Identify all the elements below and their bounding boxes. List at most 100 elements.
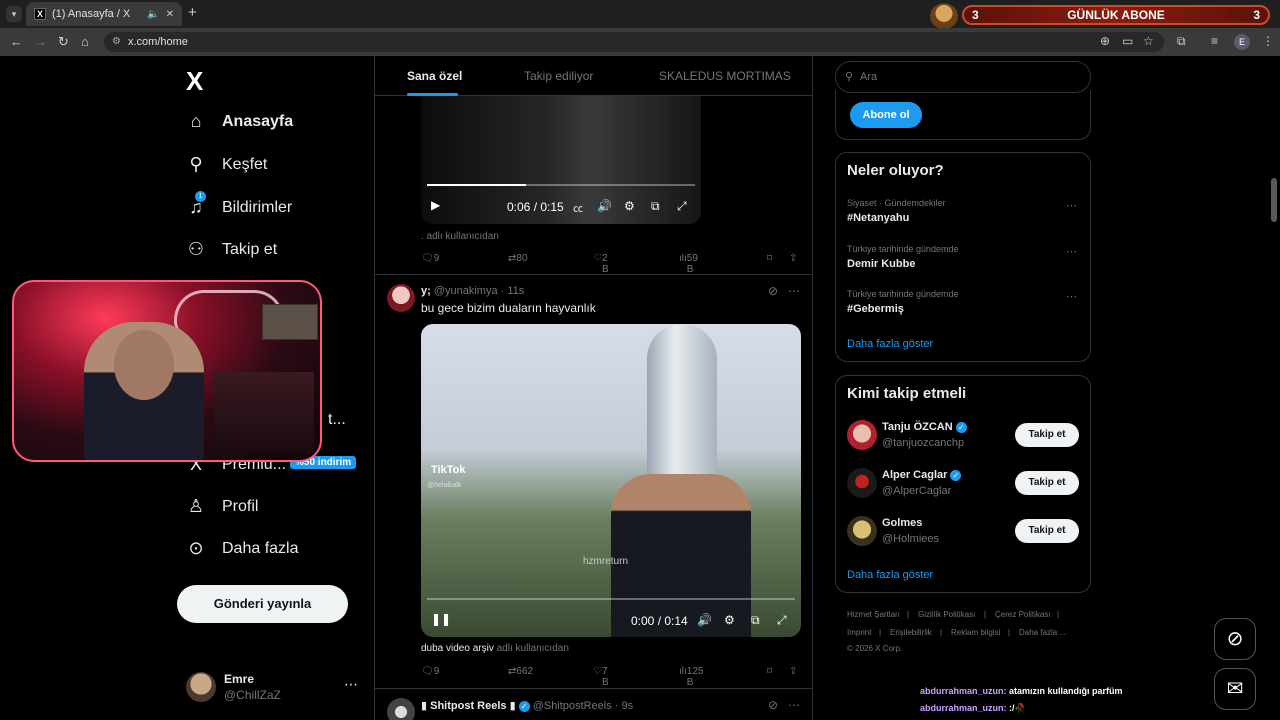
sidebar-item-home[interactable]: ⌂ Anasayfa xyxy=(186,111,294,132)
volume-icon[interactable]: 🔊 xyxy=(597,199,612,213)
fullscreen-icon[interactable]: ⤢ xyxy=(777,613,787,628)
search-input[interactable]: ⚲ Ara xyxy=(835,61,1091,93)
reply-button[interactable]: 🗨 9 xyxy=(421,666,439,677)
like-button[interactable]: ♡ 7 B xyxy=(593,666,609,688)
avatar[interactable] xyxy=(847,516,877,546)
trend-more-icon[interactable]: ⋯ xyxy=(1066,245,1077,258)
footer-link[interactable]: Erişilebilirlik xyxy=(890,628,932,637)
views-button[interactable]: ılı 125 B xyxy=(679,666,703,688)
settings-icon[interactable]: ⚙ xyxy=(624,199,635,213)
speaker-icon[interactable]: 🔈 xyxy=(147,9,159,20)
repost-button[interactable]: ⇄ 80 xyxy=(508,253,528,264)
cast-icon[interactable]: ▭ xyxy=(1122,34,1133,48)
more-dots-icon[interactable]: ⋯ xyxy=(344,676,358,693)
close-tab-icon[interactable]: ✕ xyxy=(166,9,174,20)
sidebar-item-explore[interactable]: ⚲ Keşfet xyxy=(186,154,267,175)
reload-icon[interactable]: ↻ xyxy=(58,34,69,50)
footer-link[interactable]: Hizmet Şartları xyxy=(847,610,900,619)
pip-icon[interactable]: ⧉ xyxy=(651,199,660,214)
footer-link[interactable]: Imprint xyxy=(847,628,871,637)
repost-button[interactable]: ⇄ 662 xyxy=(508,666,533,677)
share-icon[interactable]: ⇪ xyxy=(789,666,797,677)
avatar[interactable] xyxy=(847,468,877,498)
trend-name[interactable]: Demir Kubbe xyxy=(847,258,915,270)
scrollbar[interactable] xyxy=(1271,178,1277,222)
bookmark-star-icon[interactable]: ☆ xyxy=(1143,34,1154,48)
footer-link[interactable]: Daha fazla ... xyxy=(1019,628,1066,637)
more-dots-icon[interactable]: ⋯ xyxy=(788,284,800,298)
messages-fab-icon[interactable]: ✉ xyxy=(1214,668,1256,710)
browser-profile-avatar[interactable]: E xyxy=(1234,34,1250,50)
account-switcher[interactable]: Emre @ChillZaZ ⋯ xyxy=(186,670,362,706)
reply-button[interactable]: 🗨 9 xyxy=(421,253,439,264)
pip-icon[interactable]: ⧉ xyxy=(751,613,760,628)
tab-list[interactable]: SKALEDUS MORTIMAS xyxy=(659,69,791,83)
footer-link[interactable]: Çerez Politikası xyxy=(995,610,1051,619)
trend-name[interactable]: #Netanyahu xyxy=(847,212,909,224)
display-name[interactable]: ▮ Shitpost Reels ▮ xyxy=(421,700,516,712)
captions-icon[interactable]: ㏄ xyxy=(573,200,583,215)
who-to-follow-show-more[interactable]: Daha fazla göster xyxy=(847,569,933,581)
trend-name[interactable]: #Gebermiş xyxy=(847,303,904,315)
trend-more-icon[interactable]: ⋯ xyxy=(1066,199,1077,212)
tab-for-you[interactable]: Sana özel xyxy=(407,69,462,83)
site-info-icon[interactable]: ⚙ xyxy=(112,32,121,52)
avatar[interactable] xyxy=(387,698,415,720)
follow-suggestion-name[interactable]: Alper Caglar ✓ xyxy=(882,469,962,481)
tab-search-icon[interactable]: ▾ xyxy=(6,6,22,22)
video-progress[interactable] xyxy=(427,598,795,600)
follow-suggestion-name[interactable]: Golmes xyxy=(882,517,922,529)
footer-link[interactable]: Gizlilik Politikası xyxy=(918,610,975,619)
more-dots-icon[interactable]: ⋯ xyxy=(788,698,800,712)
video-progress[interactable] xyxy=(427,184,695,186)
handle[interactable]: @ShitpostReels xyxy=(533,700,612,712)
grok-fab-icon[interactable]: ⊘ xyxy=(1214,618,1256,660)
bookmark-icon[interactable]: ⌑ xyxy=(767,666,772,677)
trend-more-icon[interactable]: ⋯ xyxy=(1066,290,1077,303)
sidebar-item-more[interactable]: ⊙ Daha fazla xyxy=(186,538,298,559)
share-icon[interactable]: ⇪ xyxy=(789,253,797,264)
sidebar-item-follow[interactable]: ⚇ Takip et xyxy=(186,239,277,260)
extensions-icon[interactable]: ⧉ xyxy=(1177,34,1186,49)
sidebar-item-profile[interactable]: ♙ Profil xyxy=(186,496,259,517)
grok-icon[interactable]: ⊘ xyxy=(768,698,778,712)
subscribe-button[interactable]: Abone ol xyxy=(850,102,922,128)
x-logo-icon[interactable]: X xyxy=(186,66,203,97)
fullscreen-icon[interactable]: ⤢ xyxy=(677,199,687,214)
sidebar-item-truncated[interactable]: t... xyxy=(328,411,346,429)
follow-button[interactable]: Takip et xyxy=(1015,519,1079,543)
back-icon[interactable]: ← xyxy=(10,34,23,49)
url-field[interactable]: ⚙ x.com/home xyxy=(104,32,1164,52)
attribution-name[interactable]: duba video arşiv xyxy=(421,643,494,654)
new-tab-icon[interactable]: + xyxy=(188,4,197,21)
grok-icon[interactable]: ⊘ xyxy=(768,284,778,298)
footer-link[interactable]: Reklam bilgisi xyxy=(951,628,1000,637)
play-icon[interactable]: ▶ xyxy=(431,198,440,212)
browser-tab[interactable]: X (1) Anasayfa / X 🔈 ✕ xyxy=(26,2,182,26)
pause-icon[interactable]: ❚❚ xyxy=(431,612,451,626)
like-button[interactable]: ♡ 2 B xyxy=(593,253,609,275)
handle[interactable]: @yunakimya xyxy=(434,285,498,297)
media-icon[interactable]: ≡ xyxy=(1211,34,1218,48)
browser-menu-icon[interactable]: ⋮ xyxy=(1262,34,1274,48)
forward-icon[interactable]: → xyxy=(34,34,47,49)
follow-button[interactable]: Takip et xyxy=(1015,423,1079,447)
display-name[interactable]: y; xyxy=(421,285,431,297)
volume-icon[interactable]: 🔊 xyxy=(697,613,712,627)
post-button[interactable]: Gönderi yayınla xyxy=(177,585,348,623)
bookmark-icon[interactable]: ⌑ xyxy=(767,253,772,264)
follow-suggestion-name[interactable]: Tanju ÖZCAN ✓ xyxy=(882,421,967,433)
tweet-video[interactable]: ▶ 0:06 / 0:15 ㏄ 🔊 ⚙ ⧉ ⤢ xyxy=(421,96,701,224)
settings-icon[interactable]: ⚙ xyxy=(724,613,735,627)
views-button[interactable]: ılı 59 B xyxy=(679,253,698,275)
avatar[interactable] xyxy=(387,284,415,312)
home-browser-icon[interactable]: ⌂ xyxy=(81,34,89,49)
tab-following[interactable]: Takip ediliyor xyxy=(524,69,593,83)
zoom-icon[interactable]: ⊕ xyxy=(1100,34,1110,48)
follow-button[interactable]: Takip et xyxy=(1015,471,1079,495)
trends-show-more[interactable]: Daha fazla göster xyxy=(847,338,933,350)
timestamp[interactable]: 11s xyxy=(507,285,524,297)
timestamp[interactable]: 9s xyxy=(622,700,634,712)
avatar[interactable] xyxy=(847,420,877,450)
tweet-video[interactable]: TikTok @helalkalk hzmreturn ❚❚ 0:00 / 0:… xyxy=(421,324,801,637)
